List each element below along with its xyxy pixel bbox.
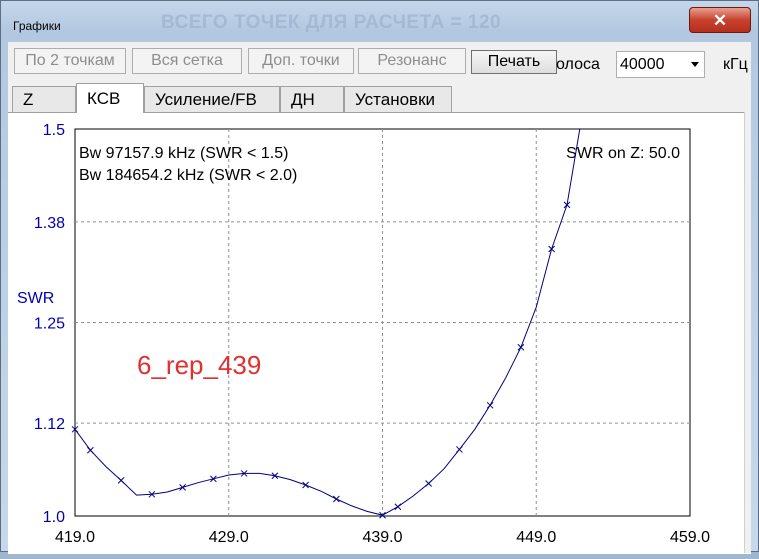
close-icon: ✕ <box>712 10 728 30</box>
band-select[interactable]: 40000 <box>616 51 705 78</box>
y-ticks: 1.0 1.12 1.25 1.38 1.5 <box>34 122 65 526</box>
x-tick-label: 459.0 <box>670 529 710 546</box>
antenna-name-annotation: 6_rep_439 <box>137 350 261 380</box>
swr-on-z-label: SWR on Z: 50.0 <box>566 145 680 162</box>
close-button[interactable]: ✕ <box>689 7 751 33</box>
bw-line-2: Bw 184654.2 kHz (SWR < 2.0) <box>79 167 297 184</box>
y-tick-label: 1.25 <box>34 316 65 333</box>
extra-points-button[interactable]: Доп. точки <box>248 48 354 74</box>
resonance-button[interactable]: Резонанс <box>358 48 466 74</box>
x-tick-label: 439.0 <box>362 529 402 546</box>
y-tick-label: 1.12 <box>34 416 65 433</box>
x-tick-label: 449.0 <box>516 529 556 546</box>
print-button[interactable]: Печать <box>471 50 557 74</box>
tab-swr[interactable]: КСВ <box>76 83 144 113</box>
tab-settings[interactable]: Установки <box>344 86 452 112</box>
tab-pattern[interactable]: ДН <box>280 86 344 112</box>
y-tick-label: 1.0 <box>43 509 65 526</box>
x-tick-label: 419.0 <box>55 529 95 546</box>
window-title: Графики <box>13 19 61 33</box>
x-tick-label: 429.0 <box>209 529 249 546</box>
band-value: 40000 <box>620 56 665 73</box>
chevron-down-icon <box>691 62 699 67</box>
graphs-window: ВСЕГО ТОЧЕК ДЛЯ РАСЧЕТА = 120 Графики ✕ … <box>0 0 759 554</box>
client-area: По 2 точкам Вся сетка Доп. точки Резонан… <box>8 42 751 554</box>
swr-chart: 1.01.121.251.381.5 419.0 429.0 439.0 449.0 4… <box>17 122 710 546</box>
by-two-points-button[interactable]: По 2 точкам <box>14 48 126 74</box>
background-title-text: ВСЕГО ТОЧЕК ДЛЯ РАСЧЕТА = 120 <box>161 12 502 33</box>
bw-line-1: Bw 97157.9 kHz (SWR < 1.5) <box>79 145 288 162</box>
unit-label: кГц <box>723 56 748 73</box>
full-grid-button[interactable]: Вся сетка <box>132 48 242 74</box>
y-tick-label: 1.38 <box>34 215 65 232</box>
tab-z[interactable]: Z <box>12 86 76 112</box>
x-ticks: 419.0 429.0 439.0 449.0 459.0 <box>55 529 710 546</box>
band-label: олоса <box>556 56 600 73</box>
tab-gain-fb[interactable]: Усиление/FB <box>144 86 280 112</box>
title-bar[interactable]: ВСЕГО ТОЧЕК ДЛЯ РАСЧЕТА = 120 Графики ✕ <box>1 1 758 41</box>
y-axis-label: SWR <box>17 290 54 307</box>
y-tick-label: 1.5 <box>43 122 65 139</box>
chart-panel: 1.0 1.12 1.25 1.38 1.5 419.0 429.0 439.0 449.0 4… <box>8 112 751 554</box>
right-edge <box>744 112 751 553</box>
